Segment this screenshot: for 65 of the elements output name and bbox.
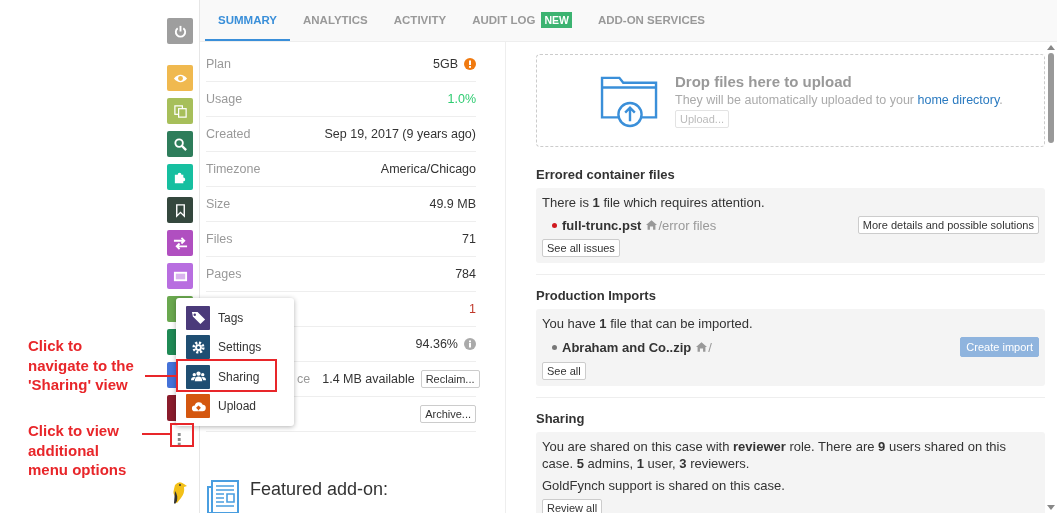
menu-item[interactable]: Settings	[176, 332, 294, 362]
tab-label: SUMMARY	[218, 13, 277, 26]
menu-item[interactable]: Tags	[176, 303, 294, 333]
leader-line	[145, 375, 177, 377]
row-value: Sep 19, 2017 (9 years ago)	[324, 127, 476, 141]
annotation-frame	[170, 423, 194, 447]
section-button[interactable]: See all issues	[542, 239, 620, 257]
newspaper-icon	[206, 479, 242, 513]
section-text: There is 1 file which requires attention.	[542, 194, 766, 211]
row-label: ce	[297, 372, 311, 386]
sidebar-button[interactable]	[167, 131, 193, 157]
search-icon	[172, 136, 188, 152]
row-value: 71	[462, 232, 476, 246]
menu-item[interactable]: Upload	[176, 391, 294, 421]
row-label: Size	[206, 197, 231, 211]
annotation-text: Click to view additional menu options	[28, 421, 128, 480]
sidebar-button[interactable]	[167, 197, 193, 223]
new-badge: NEW	[541, 11, 572, 28]
row-button[interactable]: Archive...	[420, 405, 476, 423]
file-name: full-trunc.pst	[562, 217, 642, 233]
row-value: America/Chicago	[380, 162, 476, 176]
file-name: Abraham and Co..zip	[562, 339, 692, 355]
row-value: 49.9 MB	[429, 197, 476, 211]
row-value: 5GB	[433, 57, 458, 71]
file-path: /	[708, 339, 712, 355]
leader-line	[142, 433, 170, 435]
row-label: Usage	[206, 92, 243, 106]
section-title: Sharing	[536, 411, 586, 426]
power-icon	[172, 23, 188, 39]
sidebar-button[interactable]	[167, 230, 193, 256]
row-label: Timezone	[206, 162, 261, 176]
row-value: 1.4 MB available	[322, 372, 415, 386]
tab-label: ACTIVITY	[393, 13, 447, 26]
row-value: 1	[469, 302, 476, 316]
drop-title: Drop files here to upload	[675, 73, 852, 90]
file-path: /error files	[658, 217, 717, 233]
section-title: Production Imports	[536, 288, 657, 303]
copy-icon	[172, 103, 188, 119]
info-icon	[464, 338, 476, 350]
row-button[interactable]: Reclaim...	[420, 370, 480, 388]
tab-label: ANALYTICS	[303, 13, 368, 26]
drop-text: They will be automatically uploaded to your home directory.	[675, 93, 1003, 107]
row-label: Files	[206, 232, 233, 246]
row-value: 94.36%	[415, 337, 458, 351]
row-label: Created	[206, 127, 251, 141]
row-value: 784	[455, 267, 476, 281]
exchange-icon	[172, 235, 188, 251]
row-label: Pages	[206, 267, 242, 281]
section-text: You have 1 file that can be imported.	[542, 315, 754, 332]
annotation-text: Click to navigate to the 'Sharing' view	[28, 336, 135, 395]
section-title: Errored container files	[536, 167, 676, 182]
row-label: Plan	[206, 57, 232, 71]
section-note: GoldFynch support is shared on this case.	[542, 477, 786, 494]
section-text: You are shared on this case with reviewer role. There are 9 users shared on this case. 5 admins, 1 user, 3 reviewers.	[542, 438, 1007, 472]
file-action-button[interactable]: More details and possible solutions	[857, 216, 1039, 234]
featured-title: Featured add-on:	[250, 479, 389, 500]
section-button[interactable]: Review all	[542, 499, 603, 513]
tab-label: AUDIT LOG	[472, 13, 536, 26]
tab-label: ADD-ON SERVICES	[597, 13, 706, 26]
menu-item[interactable]: Sharing	[176, 362, 294, 392]
home-icon	[696, 342, 708, 352]
alert-icon	[464, 58, 476, 70]
row-value: 1.0%	[447, 92, 476, 106]
section-button[interactable]: See all	[542, 362, 586, 380]
home-icon	[646, 220, 658, 230]
